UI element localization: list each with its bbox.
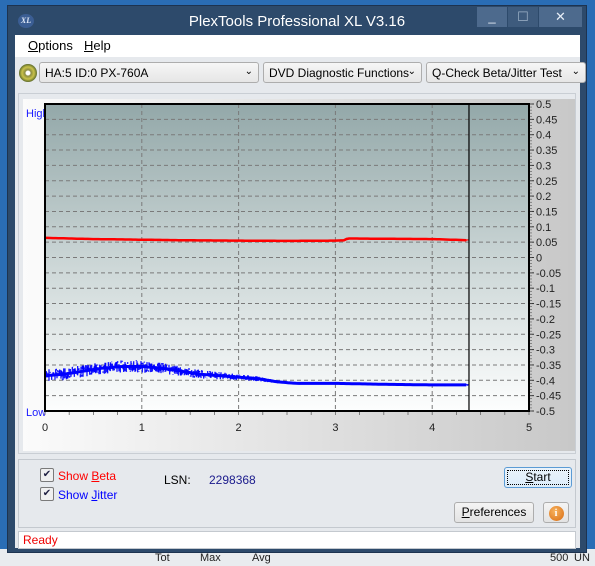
drive-select-value: HA:5 ID:0 PX-760A [45, 66, 149, 80]
y-tick-label: -0.05 [536, 268, 561, 280]
y-tick-label: -0.4 [536, 375, 555, 387]
chevron-down-icon: ⌄ [407, 66, 416, 77]
drive-select[interactable]: HA:5 ID:0 PX-760A ⌄ [39, 62, 259, 83]
menu-bar: Options Help [15, 35, 580, 57]
bg-text-avg: Avg [252, 552, 271, 564]
info-button[interactable]: i [543, 502, 569, 523]
chevron-down-icon: ⌄ [571, 66, 580, 77]
y-tick-label: 0.5 [536, 99, 551, 111]
plextools-window: XL PlexTools Professional XL V3.16 _ ☐ ✕… [7, 5, 587, 553]
y-tick-label: -0.15 [536, 299, 561, 311]
start-button[interactable]: Start [504, 467, 572, 488]
x-tick-label: 1 [139, 422, 145, 434]
y-tick-label: -0.25 [536, 329, 561, 341]
y-tick-label: -0.1 [536, 283, 555, 295]
lsn-value: 2298368 [209, 473, 256, 487]
bg-text-un: UN [574, 552, 590, 564]
test-select-value: Q-Check Beta/Jitter Test [432, 66, 562, 80]
y-tick-label: 0.2 [536, 191, 551, 203]
test-select[interactable]: Q-Check Beta/Jitter Test ⌄ [426, 62, 586, 83]
menu-options[interactable]: Options [28, 38, 73, 53]
y-tick-label: 0 [536, 253, 542, 265]
y-tick-label: 0.45 [536, 114, 557, 126]
graph-panel: High Low 0.5 0.45 0.4 0.35 0.3 0.25 0.2 0.15 0.1… [18, 93, 576, 454]
show-jitter-label[interactable]: Show Jitter [58, 488, 117, 502]
function-select[interactable]: DVD Diagnostic Functions ⌄ [263, 62, 422, 83]
y-tick-label: 0.25 [536, 176, 557, 188]
status-text: Ready [23, 533, 58, 547]
y-tick-label: -0.35 [536, 360, 561, 372]
preferences-button[interactable]: Preferences [454, 502, 534, 523]
show-jitter-checkbox[interactable]: ✔ [40, 487, 54, 501]
bg-text-tot: Tot [155, 552, 170, 564]
y-tick-label: -0.2 [536, 314, 555, 326]
y-tick-label: 0.1 [536, 222, 551, 234]
x-tick-label: 0 [42, 422, 48, 434]
x-tick-label: 4 [429, 422, 435, 434]
y-tick-label: -0.45 [536, 391, 561, 403]
beta-jitter-chart: 0.5 0.45 0.4 0.35 0.3 0.25 0.2 0.15 0.1 0.05 0 -0.0… [42, 99, 561, 434]
show-beta-checkbox[interactable]: ✔ [40, 468, 54, 482]
function-select-value: DVD Diagnostic Functions [269, 66, 410, 80]
y-tick-label: 0.3 [536, 160, 551, 172]
lsn-label: LSN: [164, 473, 191, 487]
menu-options-rest: ptions [38, 38, 73, 53]
y-tick-label: -0.5 [536, 406, 555, 418]
x-tick-label: 3 [332, 422, 338, 434]
focus-rect [507, 470, 569, 485]
client-area: Options Help HA:5 ID:0 PX-760A ⌄ DVD Dia… [15, 35, 586, 549]
menu-help-rest: elp [93, 38, 111, 53]
show-beta-label[interactable]: Show Beta [58, 469, 116, 483]
chevron-down-icon: ⌄ [244, 66, 253, 77]
bg-text-max: Max [200, 552, 221, 564]
title-bar[interactable]: XL PlexTools Professional XL V3.16 _ ☐ ✕ [8, 6, 586, 36]
status-bar: Ready [18, 531, 576, 549]
y-tick-label: 0.05 [536, 237, 557, 249]
x-tick-label: 2 [236, 422, 242, 434]
close-button[interactable]: ✕ [539, 7, 582, 27]
y-tick-label: -0.3 [536, 345, 555, 357]
y-tick-label: 0.35 [536, 145, 557, 157]
y-tick-label: 0.15 [536, 206, 557, 218]
drive-disc-icon [19, 64, 37, 82]
y-tick-label: 0.4 [536, 130, 551, 142]
minimize-button[interactable]: _ [477, 7, 507, 27]
menu-help[interactable]: Help [84, 38, 111, 53]
info-icon: i [548, 506, 564, 521]
maximize-button[interactable]: ☐ [508, 7, 538, 27]
bg-text-500: 500 [550, 552, 569, 564]
x-tick-label: 5 [526, 422, 532, 434]
